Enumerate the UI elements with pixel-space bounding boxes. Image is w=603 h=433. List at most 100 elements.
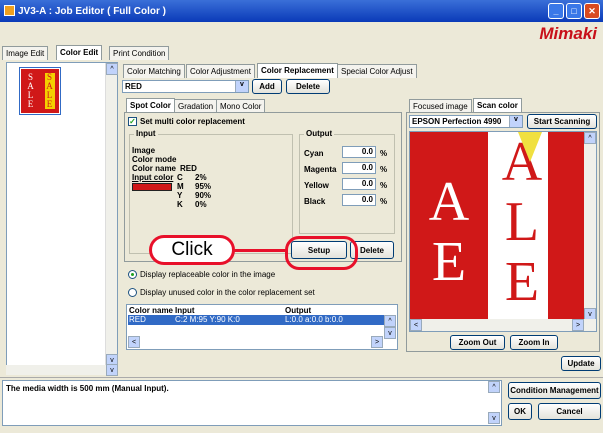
- radio-replaceable-label: Display replaceable color in the image: [140, 270, 276, 279]
- black-unit: %: [380, 197, 388, 206]
- black-label: Black: [304, 197, 326, 206]
- replacement-set-select[interactable]: RED v: [122, 80, 249, 93]
- title-bar: JV3-A : Job Editor ( Full Color ): [0, 0, 603, 22]
- radio-off-icon[interactable]: [128, 288, 137, 298]
- input-color-label: Input color: [132, 173, 174, 182]
- radio-replaceable[interactable]: Display replaceable color in the image: [128, 270, 276, 280]
- y-label: Y: [177, 191, 183, 200]
- status-scroll-up-icon[interactable]: ^: [488, 381, 500, 393]
- thumbnail-list[interactable]: SALE SALE ^ v: [6, 62, 118, 367]
- magenta-field[interactable]: 0.0: [342, 162, 376, 174]
- color-name-value: RED: [180, 164, 197, 173]
- maximize-button[interactable]: □: [566, 3, 582, 19]
- cancel-button[interactable]: Cancel: [538, 403, 601, 420]
- y-value: 90%: [195, 191, 212, 200]
- tab-print-condition[interactable]: Print Condition: [109, 46, 170, 60]
- k-label: K: [177, 200, 183, 209]
- brand-logo: Mimaki: [539, 24, 597, 43]
- input-group-title: Input: [134, 129, 158, 138]
- input-color-swatch: [132, 183, 172, 191]
- multi-color-label: Set multi color replacement: [140, 117, 245, 126]
- zoom-in-button[interactable]: Zoom In: [510, 335, 558, 350]
- list-scroll-right-icon[interactable]: >: [371, 336, 383, 348]
- update-button[interactable]: Update: [561, 356, 601, 371]
- chevron-down-icon: v: [235, 81, 248, 92]
- color-list[interactable]: Color name Input Output RED C:2 M:95 Y:9…: [126, 304, 398, 350]
- yellow-field[interactable]: 0.0: [342, 178, 376, 190]
- click-callout: Click: [149, 235, 235, 265]
- list-header-output: Output: [285, 306, 312, 315]
- tab-spot-color[interactable]: Spot Color: [126, 98, 175, 112]
- radio-unused-label: Display unused color in the color replac…: [140, 288, 315, 297]
- color-name-label: Color name: [132, 164, 177, 173]
- tab-color-matching[interactable]: Color Matching: [123, 64, 185, 78]
- close-button[interactable]: ✕: [584, 3, 600, 19]
- scanner-value: EPSON Perfection 4990: [412, 117, 502, 126]
- image-label: Image: [132, 146, 156, 155]
- tab-image-edit[interactable]: Image Edit: [2, 46, 49, 60]
- status-text: The media width is 500 mm (Manual Input)…: [2, 380, 502, 426]
- radio-unused[interactable]: Display unused color in the color replac…: [128, 288, 315, 298]
- thumbnail-scrollbar[interactable]: ^ v: [105, 63, 118, 366]
- preview-scroll-right-icon[interactable]: >: [572, 319, 584, 331]
- scanner-select[interactable]: EPSON Perfection 4990 v: [409, 115, 523, 128]
- window-title: JV3-A : Job Editor ( Full Color ): [18, 5, 166, 17]
- scanner-chevron-icon: v: [509, 116, 522, 127]
- scroll-up-icon[interactable]: ^: [106, 63, 118, 75]
- tab-color-replacement[interactable]: Color Replacement: [257, 63, 338, 78]
- list-header-input: Input: [175, 306, 195, 315]
- thumb-sale-1: SALE: [27, 72, 34, 109]
- tab-color-adjustment[interactable]: Color Adjustment: [186, 64, 255, 78]
- brand-bar: [0, 22, 603, 46]
- tab-gradation[interactable]: Gradation: [174, 99, 218, 113]
- tab-color-edit[interactable]: Color Edit: [56, 45, 103, 60]
- list-cell-input: C:2 M:95 Y:90 K:0: [175, 315, 240, 324]
- magenta-label: Magenta: [304, 165, 337, 174]
- callout-line: [233, 249, 286, 252]
- list-header-color-name: Color name: [129, 306, 174, 315]
- ok-button[interactable]: OK: [508, 403, 532, 420]
- replacement-set-value: RED: [125, 82, 142, 91]
- minimize-button[interactable]: _: [548, 3, 564, 19]
- delete-set-button[interactable]: Delete: [286, 79, 330, 94]
- tab-focused-image[interactable]: Focused image: [409, 99, 472, 113]
- list-cell-name: RED: [129, 315, 146, 324]
- start-scanning-button[interactable]: Start Scanning: [527, 114, 597, 129]
- magenta-unit: %: [380, 165, 388, 174]
- c-value: 2%: [195, 173, 207, 182]
- preview-scroll-up-icon[interactable]: ^: [584, 132, 596, 144]
- black-field[interactable]: 0.0: [342, 194, 376, 206]
- preview-hscroll[interactable]: < >: [410, 319, 596, 331]
- list-cell-output: L:0.0 a:0.0 b:0.0: [285, 315, 343, 324]
- condition-management-button[interactable]: Condition Management: [508, 382, 601, 399]
- m-label: M: [177, 182, 184, 191]
- thumb-scroll-down-icon[interactable]: v: [106, 364, 118, 376]
- tab-mono-color[interactable]: Mono Color: [216, 99, 266, 113]
- list-scroll-left-icon[interactable]: <: [128, 336, 140, 348]
- scan-preview[interactable]: AE ALE ^ v < >: [409, 131, 597, 332]
- tab-special-color-adjust[interactable]: Special Color Adjust: [337, 64, 417, 78]
- status-scroll-down-icon[interactable]: v: [488, 412, 500, 424]
- preview-letters-left: AE: [428, 171, 470, 293]
- cyan-field[interactable]: 0.0: [342, 146, 376, 158]
- radio-on-icon[interactable]: [128, 270, 137, 280]
- list-scroll-down-icon[interactable]: v: [384, 327, 396, 339]
- app-icon: [4, 5, 15, 16]
- preview-vscroll[interactable]: ^ v: [584, 132, 596, 320]
- list-row[interactable]: RED C:2 M:95 Y:90 K:0 L:0.0 a:0.0 b:0.0: [128, 315, 384, 325]
- highlight-ring: [285, 236, 358, 270]
- multi-color-checkbox[interactable]: ✓: [128, 117, 137, 127]
- c-label: C: [177, 173, 183, 182]
- tab-scan-color[interactable]: Scan color: [473, 98, 522, 112]
- m-value: 95%: [195, 182, 212, 191]
- zoom-out-button[interactable]: Zoom Out: [450, 335, 505, 350]
- preview-scroll-left-icon[interactable]: <: [410, 319, 422, 331]
- yellow-unit: %: [380, 181, 388, 190]
- list-scroll-up-icon[interactable]: ^: [384, 315, 396, 327]
- k-value: 0%: [195, 200, 207, 209]
- yellow-label: Yellow: [304, 181, 329, 190]
- thumbnail-item[interactable]: SALE SALE: [19, 67, 61, 115]
- thumb-hscroll[interactable]: v: [6, 364, 118, 376]
- multi-color-row[interactable]: ✓ Set multi color replacement: [128, 117, 245, 127]
- add-button[interactable]: Add: [252, 79, 282, 94]
